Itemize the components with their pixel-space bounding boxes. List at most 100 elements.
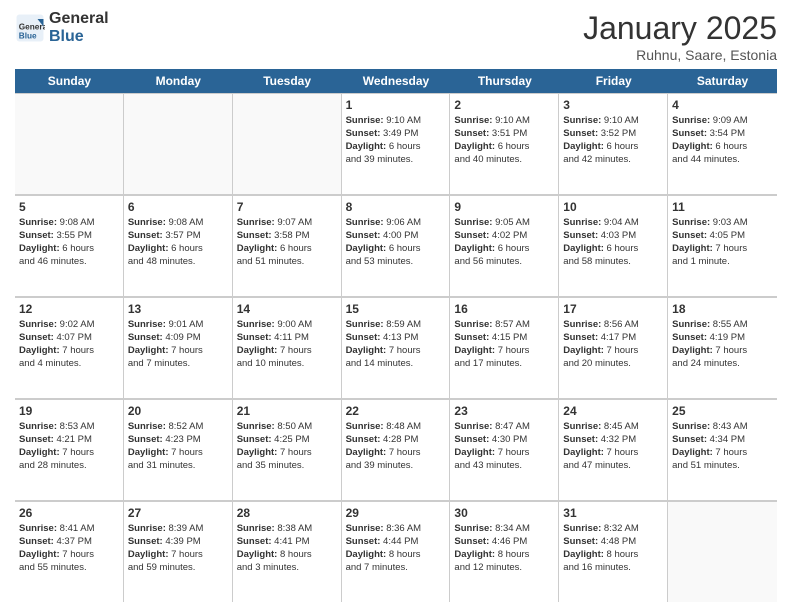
calendar-cell: 10Sunrise: 9:04 AMSunset: 4:03 PMDayligh…: [559, 196, 668, 296]
cell-info-line: Daylight: 6 hours: [454, 141, 554, 154]
cell-info-line: and 17 minutes.: [454, 358, 554, 371]
cell-info-line: Sunset: 4:25 PM: [237, 434, 337, 447]
cell-info-line: Sunset: 3:57 PM: [128, 230, 228, 243]
cell-info-line: and 43 minutes.: [454, 460, 554, 473]
cell-info-line: Daylight: 8 hours: [454, 549, 554, 562]
cell-info-line: Sunrise: 8:48 AM: [346, 421, 446, 434]
day-number: 2: [454, 97, 554, 113]
day-number: 13: [128, 301, 228, 317]
cell-info-line: and 20 minutes.: [563, 358, 663, 371]
cell-info-line: Daylight: 7 hours: [672, 447, 773, 460]
calendar-cell: [668, 502, 777, 602]
cell-info-line: Sunset: 4:34 PM: [672, 434, 773, 447]
cell-info-line: and 51 minutes.: [237, 256, 337, 269]
cell-info-line: Sunrise: 9:10 AM: [346, 115, 446, 128]
cell-info-line: Daylight: 6 hours: [128, 243, 228, 256]
cell-info-line: and 42 minutes.: [563, 154, 663, 167]
calendar-cell: 17Sunrise: 8:56 AMSunset: 4:17 PMDayligh…: [559, 298, 668, 398]
day-number: 5: [19, 199, 119, 215]
cell-info-line: Sunrise: 9:08 AM: [128, 217, 228, 230]
cell-info-line: Sunrise: 9:01 AM: [128, 319, 228, 332]
cell-info-line: Daylight: 7 hours: [563, 447, 663, 460]
calendar-cell: 23Sunrise: 8:47 AMSunset: 4:30 PMDayligh…: [450, 400, 559, 500]
day-number: 8: [346, 199, 446, 215]
calendar-cell: 1Sunrise: 9:10 AMSunset: 3:49 PMDaylight…: [342, 94, 451, 194]
title-block: January 2025 Ruhnu, Saare, Estonia: [583, 10, 777, 63]
calendar-cell: [15, 94, 124, 194]
cell-info-line: Sunset: 4:00 PM: [346, 230, 446, 243]
day-number: 21: [237, 403, 337, 419]
cell-info-line: Sunrise: 8:57 AM: [454, 319, 554, 332]
cell-info-line: and 16 minutes.: [563, 562, 663, 575]
cell-info-line: Sunset: 4:32 PM: [563, 434, 663, 447]
calendar-cell: 21Sunrise: 8:50 AMSunset: 4:25 PMDayligh…: [233, 400, 342, 500]
cell-info-line: Sunset: 4:15 PM: [454, 332, 554, 345]
cell-info-line: Sunrise: 9:10 AM: [454, 115, 554, 128]
calendar-cell: 29Sunrise: 8:36 AMSunset: 4:44 PMDayligh…: [342, 502, 451, 602]
header-wednesday: Wednesday: [342, 69, 451, 93]
header-tuesday: Tuesday: [233, 69, 342, 93]
header-monday: Monday: [124, 69, 233, 93]
calendar-cell: 14Sunrise: 9:00 AMSunset: 4:11 PMDayligh…: [233, 298, 342, 398]
day-number: 22: [346, 403, 446, 419]
calendar-cell: 19Sunrise: 8:53 AMSunset: 4:21 PMDayligh…: [15, 400, 124, 500]
cell-info-line: and 3 minutes.: [237, 562, 337, 575]
cell-info-line: and 59 minutes.: [128, 562, 228, 575]
cell-info-line: and 35 minutes.: [237, 460, 337, 473]
day-number: 9: [454, 199, 554, 215]
calendar-cell: 7Sunrise: 9:07 AMSunset: 3:58 PMDaylight…: [233, 196, 342, 296]
calendar: Sunday Monday Tuesday Wednesday Thursday…: [15, 69, 777, 602]
cell-info-line: Sunrise: 9:05 AM: [454, 217, 554, 230]
day-number: 29: [346, 505, 446, 521]
cell-info-line: and 1 minute.: [672, 256, 773, 269]
svg-text:Blue: Blue: [19, 31, 37, 40]
cell-info-line: Daylight: 8 hours: [563, 549, 663, 562]
cell-info-line: Sunset: 4:13 PM: [346, 332, 446, 345]
cell-info-line: Daylight: 7 hours: [346, 345, 446, 358]
calendar-cell: 8Sunrise: 9:06 AMSunset: 4:00 PMDaylight…: [342, 196, 451, 296]
cell-info-line: Daylight: 8 hours: [346, 549, 446, 562]
calendar-cell: 28Sunrise: 8:38 AMSunset: 4:41 PMDayligh…: [233, 502, 342, 602]
calendar-cell: 31Sunrise: 8:32 AMSunset: 4:48 PMDayligh…: [559, 502, 668, 602]
day-number: 7: [237, 199, 337, 215]
cell-info-line: and 28 minutes.: [19, 460, 119, 473]
cell-info-line: Sunset: 4:05 PM: [672, 230, 773, 243]
cell-info-line: Daylight: 7 hours: [237, 345, 337, 358]
cell-info-line: Daylight: 7 hours: [19, 447, 119, 460]
cell-info-line: Daylight: 6 hours: [19, 243, 119, 256]
day-number: 19: [19, 403, 119, 419]
cell-info-line: Sunset: 3:51 PM: [454, 128, 554, 141]
calendar-cell: 11Sunrise: 9:03 AMSunset: 4:05 PMDayligh…: [668, 196, 777, 296]
cell-info-line: Sunrise: 9:00 AM: [237, 319, 337, 332]
cell-info-line: Daylight: 6 hours: [237, 243, 337, 256]
cell-info-line: Sunset: 4:11 PM: [237, 332, 337, 345]
location: Ruhnu, Saare, Estonia: [583, 47, 777, 63]
cell-info-line: and 46 minutes.: [19, 256, 119, 269]
cell-info-line: and 47 minutes.: [563, 460, 663, 473]
cell-info-line: and 7 minutes.: [346, 562, 446, 575]
cell-info-line: and 24 minutes.: [672, 358, 773, 371]
day-number: 11: [672, 199, 773, 215]
day-number: 16: [454, 301, 554, 317]
calendar-cell: 27Sunrise: 8:39 AMSunset: 4:39 PMDayligh…: [124, 502, 233, 602]
calendar-cell: 9Sunrise: 9:05 AMSunset: 4:02 PMDaylight…: [450, 196, 559, 296]
calendar-cell: [233, 94, 342, 194]
day-number: 1: [346, 97, 446, 113]
day-number: 12: [19, 301, 119, 317]
cell-info-line: Sunrise: 9:08 AM: [19, 217, 119, 230]
cell-info-line: Sunset: 4:19 PM: [672, 332, 773, 345]
cell-info-line: and 58 minutes.: [563, 256, 663, 269]
cell-info-line: Sunrise: 9:02 AM: [19, 319, 119, 332]
day-number: 4: [672, 97, 773, 113]
cell-info-line: Sunset: 4:09 PM: [128, 332, 228, 345]
cell-info-line: Sunrise: 8:36 AM: [346, 523, 446, 536]
calendar-cell: 24Sunrise: 8:45 AMSunset: 4:32 PMDayligh…: [559, 400, 668, 500]
day-number: 10: [563, 199, 663, 215]
calendar-cell: 6Sunrise: 9:08 AMSunset: 3:57 PMDaylight…: [124, 196, 233, 296]
cell-info-line: Sunrise: 9:04 AM: [563, 217, 663, 230]
cell-info-line: Sunset: 4:07 PM: [19, 332, 119, 345]
cell-info-line: and 40 minutes.: [454, 154, 554, 167]
cell-info-line: Sunset: 3:52 PM: [563, 128, 663, 141]
cell-info-line: Daylight: 7 hours: [672, 345, 773, 358]
cell-info-line: Daylight: 7 hours: [563, 345, 663, 358]
